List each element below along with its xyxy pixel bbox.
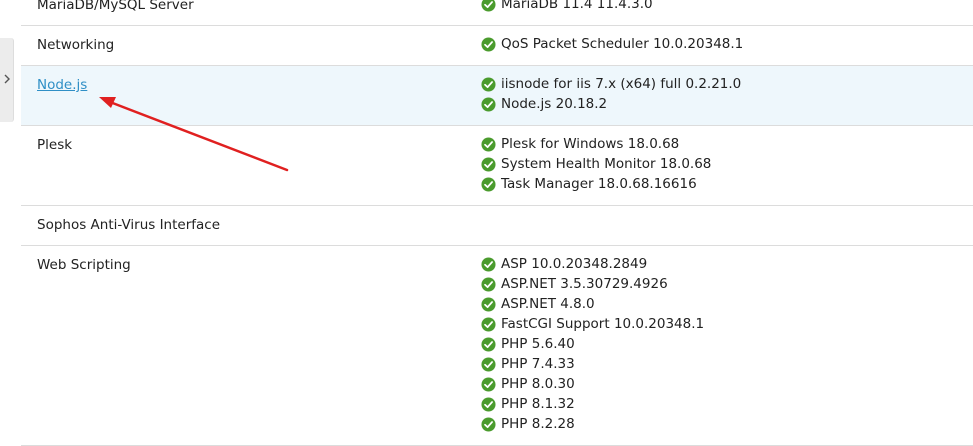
- component-version: Plesk for Windows 18.0.68: [501, 136, 680, 152]
- check-circle-icon: [481, 136, 496, 152]
- check-circle-icon: [481, 316, 496, 332]
- component-version: PHP 8.1.32: [501, 396, 575, 412]
- component-list: [481, 214, 973, 234]
- check-circle-icon: [481, 96, 496, 112]
- component-item: MariaDB 11.4 11.4.3.0: [481, 0, 973, 14]
- check-circle-icon: [481, 76, 496, 92]
- component-item: PHP 5.6.40: [481, 334, 973, 354]
- check-circle-icon: [481, 36, 496, 52]
- component-version: Task Manager 18.0.68.16616: [501, 176, 697, 192]
- components-table: MariaDB/MySQL Server MariaDB 11.4 11.4.3…: [21, 0, 973, 446]
- component-group-name: MariaDB/MySQL Server: [37, 0, 194, 13]
- check-circle-icon: [481, 0, 496, 12]
- check-circle-icon: [481, 276, 496, 292]
- component-item: Node.js 20.18.2: [481, 94, 973, 114]
- component-version: iisnode for iis 7.x (x64) full 0.2.21.0: [501, 76, 742, 92]
- component-group-name: Networking: [37, 37, 115, 53]
- component-version: ASP 10.0.20348.2849: [501, 256, 648, 272]
- component-list: QoS Packet Scheduler 10.0.20348.1: [481, 34, 973, 54]
- component-item: iisnode for iis 7.x (x64) full 0.2.21.0: [481, 74, 973, 94]
- component-item: Plesk for Windows 18.0.68: [481, 134, 973, 154]
- component-version: PHP 5.6.40: [501, 336, 575, 352]
- component-list: iisnode for iis 7.x (x64) full 0.2.21.0 …: [481, 74, 973, 114]
- component-list: MariaDB 11.4 11.4.3.0: [481, 0, 973, 14]
- component-row-mariadb: MariaDB/MySQL Server MariaDB 11.4 11.4.3…: [21, 0, 973, 26]
- component-item: QoS Packet Scheduler 10.0.20348.1: [481, 34, 973, 54]
- nodejs-link[interactable]: Node.js: [37, 77, 87, 93]
- component-version: PHP 8.2.28: [501, 416, 575, 432]
- check-circle-icon: [481, 336, 496, 352]
- component-version: QoS Packet Scheduler 10.0.20348.1: [501, 36, 744, 52]
- check-circle-icon: [481, 376, 496, 392]
- component-row-plesk: Plesk Plesk for Windows 18.0.68 System H…: [21, 126, 973, 206]
- check-circle-icon: [481, 396, 496, 412]
- component-row-web-scripting: Web Scripting ASP 10.0.20348.2849 ASP.NE…: [21, 246, 973, 446]
- component-group-name: Plesk: [37, 137, 73, 153]
- check-circle-icon: [481, 416, 496, 432]
- component-item: FastCGI Support 10.0.20348.1: [481, 314, 973, 334]
- component-version: PHP 7.4.33: [501, 356, 575, 372]
- check-circle-icon: [481, 156, 496, 172]
- component-item: PHP 8.2.28: [481, 414, 973, 434]
- check-circle-icon: [481, 296, 496, 312]
- component-item: ASP.NET 4.8.0: [481, 294, 973, 314]
- component-group-name-cell: Node.js: [37, 75, 87, 95]
- component-version: PHP 8.0.30: [501, 376, 575, 392]
- component-version: ASP.NET 4.8.0: [501, 296, 595, 312]
- component-item: Task Manager 18.0.68.16616: [481, 174, 973, 194]
- component-list: ASP 10.0.20348.2849 ASP.NET 3.5.30729.49…: [481, 254, 973, 434]
- component-item: PHP 8.0.30: [481, 374, 973, 394]
- sidebar-expand-toggle[interactable]: [0, 38, 14, 122]
- chevron-right-icon: [4, 74, 10, 84]
- component-list: Plesk for Windows 18.0.68 System Health …: [481, 134, 973, 194]
- component-group-name: Web Scripting: [37, 257, 131, 273]
- component-version: System Health Monitor 18.0.68: [501, 156, 712, 172]
- component-row-nodejs: Node.js iisnode for iis 7.x (x64) full 0…: [21, 66, 973, 126]
- component-version: ASP.NET 3.5.30729.4926: [501, 276, 668, 292]
- component-item: System Health Monitor 18.0.68: [481, 154, 973, 174]
- check-circle-icon: [481, 256, 496, 272]
- component-version: Node.js 20.18.2: [501, 96, 608, 112]
- check-circle-icon: [481, 176, 496, 192]
- component-item: ASP.NET 3.5.30729.4926: [481, 274, 973, 294]
- component-row-networking: Networking QoS Packet Scheduler 10.0.203…: [21, 26, 973, 66]
- component-version: MariaDB 11.4 11.4.3.0: [501, 0, 653, 12]
- component-version: FastCGI Support 10.0.20348.1: [501, 316, 705, 332]
- component-group-name: Sophos Anti-Virus Interface: [37, 217, 221, 233]
- component-item: PHP 8.1.32: [481, 394, 973, 414]
- component-item: PHP 7.4.33: [481, 354, 973, 374]
- check-circle-icon: [481, 356, 496, 372]
- component-row-sophos: Sophos Anti-Virus Interface: [21, 206, 973, 246]
- component-item: ASP 10.0.20348.2849: [481, 254, 973, 274]
